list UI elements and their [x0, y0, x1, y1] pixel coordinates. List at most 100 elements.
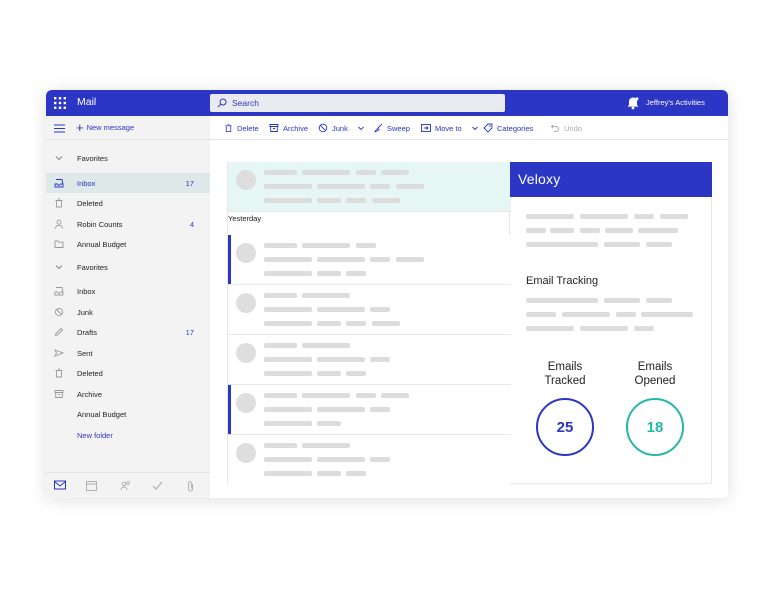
brand-logo: Veloxy	[518, 171, 561, 187]
search-icon	[217, 98, 227, 108]
sweep-button[interactable]: Sweep	[373, 123, 410, 133]
placeholder-line	[264, 357, 312, 362]
sidebar-item-drafts[interactable]: Drafts 17	[46, 322, 210, 342]
placeholder-line	[641, 312, 693, 317]
person-icon	[55, 219, 63, 229]
placeholder-line	[302, 293, 350, 298]
categories-button[interactable]: Categories	[483, 123, 533, 133]
search-box[interactable]: Search	[210, 94, 505, 112]
tag-icon	[483, 123, 493, 133]
message-item[interactable]	[228, 285, 511, 335]
plus-icon: +	[76, 120, 84, 135]
emails-opened-label: Emails Opened	[620, 360, 690, 388]
avatar	[236, 343, 256, 363]
new-message-label: New message	[86, 123, 135, 132]
placeholder-line	[264, 184, 312, 189]
hamburger-icon[interactable]	[54, 124, 65, 133]
placeholder-line	[562, 312, 610, 317]
message-item[interactable]	[228, 162, 511, 212]
unread-count: 4	[189, 220, 194, 229]
sidebar-item-robin-counts[interactable]: Robin Counts 4	[46, 214, 210, 234]
avatar	[236, 393, 256, 413]
delete-button[interactable]: Delete	[224, 123, 259, 133]
placeholder-line	[381, 393, 409, 398]
app-launcher-icon[interactable]	[54, 97, 66, 109]
placeholder-line	[317, 371, 341, 376]
placeholder-line	[317, 198, 341, 203]
placeholder-line	[317, 407, 365, 412]
placeholder-line	[605, 228, 633, 233]
sidebar-item-new-folder[interactable]: New folder	[46, 425, 210, 445]
calendar-icon[interactable]	[86, 480, 97, 491]
avatar	[236, 293, 256, 313]
sidebar-item-inbox[interactable]: Inbox 17	[46, 173, 210, 193]
trash-icon	[55, 198, 63, 208]
bell-icon[interactable]	[626, 96, 640, 110]
sidebar-header: + New message	[46, 116, 210, 140]
sidebar-item-junk[interactable]: Junk	[46, 302, 210, 322]
placeholder-line	[526, 298, 598, 303]
placeholder-line	[346, 271, 366, 276]
sidebar-item-annual-budget[interactable]: Annual Budget	[46, 234, 210, 254]
junk-button[interactable]: Junk	[318, 123, 365, 133]
tasks-icon[interactable]	[152, 480, 163, 491]
message-item[interactable]	[228, 335, 511, 385]
placeholder-line	[346, 198, 366, 203]
sidebar-item-inbox-2[interactable]: Inbox	[46, 281, 210, 301]
new-folder-link[interactable]: New folder	[77, 431, 113, 440]
avatar	[236, 443, 256, 463]
placeholder-line	[346, 371, 366, 376]
move-icon	[421, 124, 431, 132]
activities-link[interactable]: Jeffrey's Activities	[646, 98, 705, 107]
move-to-button[interactable]: Move to	[421, 123, 479, 133]
sidebar-item-label: Annual Budget	[77, 410, 127, 419]
sidebar-item-label: Favorites	[77, 263, 108, 272]
mail-window: Mail Search Jeffrey's Activities + New m…	[46, 90, 728, 498]
message-list: Yesterday	[227, 162, 511, 485]
placeholder-line	[356, 393, 376, 398]
junk-label: Junk	[332, 123, 348, 133]
placeholder-line	[646, 298, 672, 303]
mail-icon[interactable]	[54, 480, 66, 490]
command-toolbar: Delete Archive Junk Sweep Move to Catego…	[210, 116, 728, 140]
chevron-down-icon[interactable]	[357, 124, 365, 132]
message-item[interactable]	[228, 435, 511, 485]
date-group-label: Yesterday	[228, 214, 262, 223]
placeholder-line	[604, 298, 640, 303]
placeholder-line	[580, 214, 628, 219]
search-input[interactable]: Search	[232, 98, 259, 108]
sidebar-item-sent[interactable]: Sent	[46, 343, 210, 363]
placeholder-line	[346, 471, 366, 476]
undo-button[interactable]: Undo	[550, 123, 582, 133]
sidebar-item-favorites[interactable]: Favorites	[46, 148, 210, 168]
section-title: Email Tracking	[526, 275, 599, 287]
sidebar-item-favorites-2[interactable]: Favorites	[46, 257, 210, 277]
pencil-icon	[54, 327, 64, 337]
placeholder-line	[264, 393, 297, 398]
placeholder-line	[396, 257, 424, 262]
sidebar-item-annual-budget-2[interactable]: Annual Budget	[46, 404, 210, 424]
placeholder-line	[317, 421, 341, 426]
message-item[interactable]	[228, 385, 511, 435]
placeholder-line	[370, 357, 390, 362]
sweep-icon	[374, 123, 383, 133]
placeholder-line	[302, 243, 350, 248]
placeholder-line	[660, 214, 688, 219]
people-icon[interactable]	[120, 480, 131, 491]
placeholder-line	[616, 312, 636, 317]
sidebar-item-label: Inbox	[77, 287, 96, 296]
sidebar-item-archive[interactable]: Archive	[46, 384, 210, 404]
new-message-button[interactable]: + New message	[76, 121, 134, 134]
sidebar-item-deleted[interactable]: Deleted	[46, 193, 210, 213]
chevron-down-icon[interactable]	[471, 124, 479, 132]
veloxy-header: Veloxy	[510, 162, 712, 197]
message-item[interactable]	[228, 235, 511, 285]
delete-label: Delete	[237, 123, 259, 133]
module-switcher	[46, 472, 210, 498]
unread-indicator	[228, 235, 231, 284]
sidebar-item-deleted-2[interactable]: Deleted	[46, 363, 210, 383]
archive-button[interactable]: Archive	[269, 123, 308, 133]
placeholder-line	[372, 198, 400, 203]
placeholder-line	[302, 393, 350, 398]
attachment-icon[interactable]	[186, 480, 195, 492]
